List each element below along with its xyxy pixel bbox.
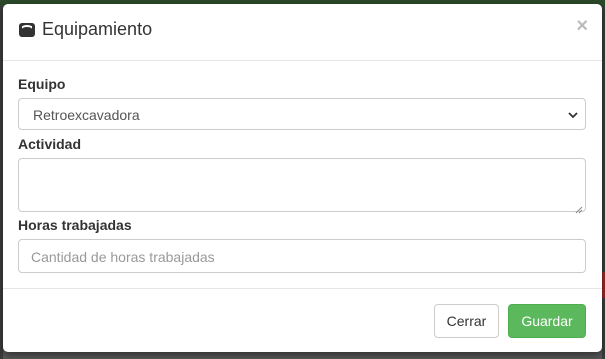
- modal-header: Equipamiento ×: [3, 4, 602, 61]
- guardar-button[interactable]: Guardar: [508, 304, 586, 338]
- equipo-label: Equipo: [18, 76, 66, 92]
- cooking-pot-icon: [18, 21, 36, 39]
- modal-title: Equipamiento: [18, 19, 152, 40]
- chevron-down-icon: [567, 108, 579, 120]
- equipamiento-modal: Equipamiento × Equipo Retroexcavadora Ac…: [3, 4, 602, 352]
- modal-footer: Cerrar Guardar: [3, 288, 602, 353]
- resize-grip-icon[interactable]: [575, 201, 583, 214]
- modal-body: Equipo Retroexcavadora Actividad Horas t…: [18, 76, 586, 273]
- actividad-textarea[interactable]: [18, 158, 586, 214]
- cerrar-button[interactable]: Cerrar: [434, 304, 499, 338]
- horas-placeholder: Cantidad de horas trabajadas: [31, 249, 215, 265]
- equipo-select[interactable]: Retroexcavadora: [18, 98, 586, 130]
- equipo-selected-value: Retroexcavadora: [33, 107, 140, 123]
- close-button[interactable]: ×: [576, 16, 588, 36]
- modal-title-text: Equipamiento: [42, 19, 153, 39]
- actividad-label: Actividad: [18, 136, 82, 152]
- horas-label: Horas trabajadas: [18, 217, 132, 233]
- horas-input[interactable]: Cantidad de horas trabajadas: [18, 239, 586, 273]
